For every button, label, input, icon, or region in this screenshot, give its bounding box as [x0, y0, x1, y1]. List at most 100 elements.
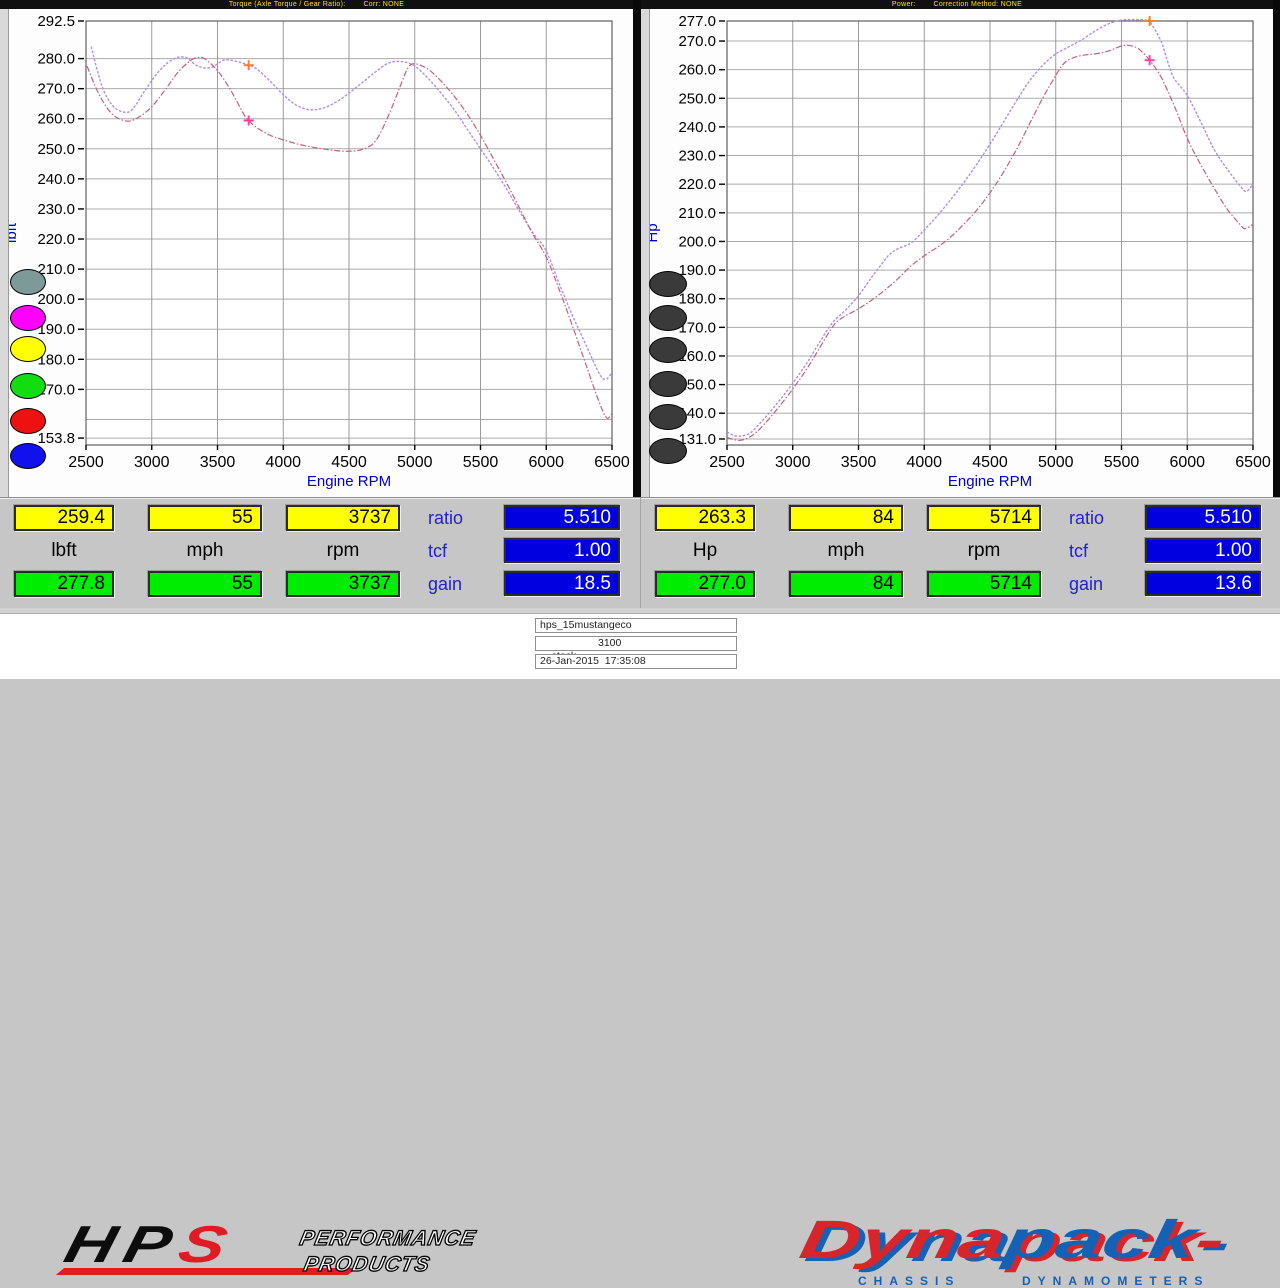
svg-text:2500: 2500 [68, 454, 104, 471]
channel-button[interactable] [10, 336, 46, 362]
dynapack-pack: pack [1000, 1210, 1201, 1270]
ratio-label: ratio [1069, 508, 1104, 529]
svg-text:Engine RPM: Engine RPM [307, 473, 391, 490]
svg-text:6000: 6000 [528, 454, 564, 471]
svg-text:4000: 4000 [906, 454, 942, 471]
torque-run2-rpm: 3737 [286, 571, 400, 597]
gain-value: 13.6 [1145, 571, 1261, 596]
footer: HPS PERFORMANCE PRODUCTS hps_15mustangec… [0, 608, 1280, 679]
power-run1-value: 263.3 [655, 505, 755, 531]
gain-label: gain [428, 574, 462, 595]
power-run1-rpm: 5714 [927, 505, 1041, 531]
ratio-label: ratio [428, 508, 463, 529]
svg-text:4500: 4500 [331, 454, 367, 471]
torque-run1-rpm: 3737 [286, 505, 400, 531]
hps-performance-text: PERFORMANCE [297, 1227, 478, 1251]
run-timestamp-field[interactable]: 26-Jan-2015 17:35:08 [535, 654, 737, 669]
svg-text:6500: 6500 [1235, 454, 1271, 471]
mph-label: mph [145, 540, 265, 562]
power-run2-rpm: 5714 [927, 571, 1041, 597]
svg-text:210.0: 210.0 [678, 205, 716, 222]
tcf-label: tcf [1069, 541, 1088, 562]
run-name-field[interactable]: hps_15mustangeco [535, 618, 737, 633]
svg-text:270.0: 270.0 [678, 33, 716, 50]
svg-text:3500: 3500 [841, 454, 877, 471]
channel-button[interactable] [649, 438, 687, 464]
hps-hp: HP [59, 1216, 187, 1274]
torque-chart[interactable]: 292.5 280.0 270.0 260.0 250.0 240.0 230.0 220.0… [0, 9, 633, 497]
tcf-value: 1.00 [504, 538, 620, 563]
hps-logo: HPS PERFORMANCE PRODUCTS [52, 1220, 522, 1284]
torque-run1-mph: 55 [148, 505, 262, 531]
torque-unit-label: lbft [4, 540, 124, 562]
svg-text:260.0: 260.0 [37, 111, 75, 128]
svg-text:220.0: 220.0 [37, 231, 75, 248]
power-chart[interactable]: 277.0270.0260.0250.0240.0230.0220.0210.0… [641, 9, 1273, 497]
svg-text:270.0: 270.0 [37, 81, 75, 98]
svg-text:Engine RPM: Engine RPM [948, 473, 1032, 490]
mph-label: mph [786, 540, 906, 562]
channel-button[interactable] [649, 337, 687, 363]
ratio-value: 5.510 [504, 505, 620, 530]
dynapack-logo: Dynapack- CHASSIS DYNAMOMETERS [800, 1217, 1278, 1287]
tcf-label: tcf [428, 541, 447, 562]
svg-text:3500: 3500 [200, 454, 236, 471]
channel-button[interactable] [649, 305, 687, 331]
svg-text:292.5: 292.5 [37, 13, 75, 30]
readout-band: 259.4 55 3737 lbft mph rpm 277.8 55 3737… [0, 497, 1280, 609]
splitter-bar[interactable] [0, 608, 1280, 614]
run-number: 3100 [598, 637, 621, 650]
panel-edge [641, 9, 650, 497]
gain-value: 18.5 [504, 571, 620, 596]
svg-text:5500: 5500 [463, 454, 499, 471]
svg-text:5500: 5500 [1104, 454, 1140, 471]
channel-button[interactable] [10, 408, 46, 434]
svg-text:5000: 5000 [397, 454, 433, 471]
tcf-value: 1.00 [1145, 538, 1261, 563]
svg-text:4000: 4000 [265, 454, 301, 471]
gain-label: gain [1069, 574, 1103, 595]
panel-divider [633, 0, 641, 497]
svg-text:4500: 4500 [972, 454, 1008, 471]
svg-text:180.0: 180.0 [678, 291, 716, 308]
channel-button[interactable] [10, 269, 46, 295]
svg-text:250.0: 250.0 [37, 141, 75, 158]
torque-run2-mph: 55 [148, 571, 262, 597]
power-readout: 263.3 84 5714 Hp mph rpm 277.0 84 5714 r… [640, 498, 1280, 609]
svg-text:260.0: 260.0 [678, 62, 716, 79]
channel-button[interactable] [649, 371, 687, 397]
panel-edge [0, 9, 9, 497]
svg-text:200.0: 200.0 [37, 291, 75, 308]
dynapack-dyna: Dyna [795, 1210, 1010, 1270]
channel-button[interactable] [10, 373, 46, 399]
svg-text:3000: 3000 [134, 454, 170, 471]
svg-text:240.0: 240.0 [37, 171, 75, 188]
channel-button[interactable] [649, 271, 687, 297]
power-header-bar: Power: Correction Method: NONE [641, 0, 1273, 9]
torque-panel: Torque (Axle Torque / Gear Ratio): Corr:… [0, 0, 633, 497]
svg-text:230.0: 230.0 [37, 201, 75, 218]
power-unit-label: Hp [645, 540, 765, 562]
svg-text:6000: 6000 [1169, 454, 1205, 471]
svg-text:280.0: 280.0 [37, 51, 75, 68]
svg-text:153.8: 153.8 [37, 430, 75, 447]
power-panel: Power: Correction Method: NONE 277.0 270.… [641, 0, 1273, 497]
svg-text:277.0: 277.0 [678, 13, 716, 30]
hps-products-text: PRODUCTS [301, 1253, 432, 1277]
dynapack-dynamometers-text: DYNAMOMETERS [1022, 1274, 1209, 1288]
torque-run2-value: 277.8 [14, 571, 114, 597]
run-info-field[interactable]: stock 3100 [535, 636, 737, 651]
svg-text:3000: 3000 [775, 454, 811, 471]
torque-header-bar: Torque (Axle Torque / Gear Ratio): Corr:… [0, 0, 633, 9]
svg-text:200.0: 200.0 [678, 233, 716, 250]
window-edge [1273, 0, 1280, 497]
power-run2-mph: 84 [789, 571, 903, 597]
svg-text:2500: 2500 [709, 454, 745, 471]
power-run2-value: 277.0 [655, 571, 755, 597]
svg-text:6500: 6500 [594, 454, 630, 471]
channel-button[interactable] [649, 404, 687, 430]
channel-button[interactable] [10, 305, 46, 331]
channel-button[interactable] [10, 443, 46, 469]
power-run1-mph: 84 [789, 505, 903, 531]
hps-logo-text: HPS [60, 1219, 242, 1271]
